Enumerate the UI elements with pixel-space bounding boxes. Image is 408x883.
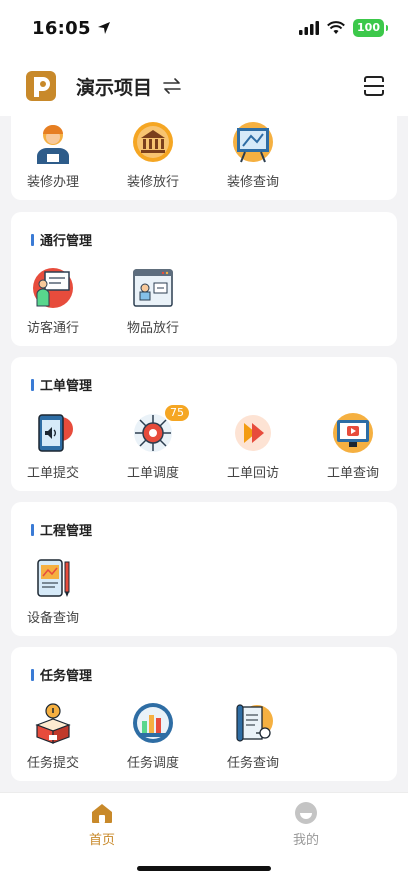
- play-icon: [235, 415, 271, 451]
- menu-item-label: 装修办理: [26, 175, 79, 190]
- tasks-items: 任务提交 任务调度 任务查询: [11, 701, 397, 791]
- dispatch-icon-wrapper: 75: [131, 405, 189, 455]
- tab-label: 我的: [292, 833, 319, 848]
- menu-item-goods-release[interactable]: 物品放行: [113, 266, 193, 336]
- menu-item-workorder-query[interactable]: 工单查询: [313, 411, 393, 481]
- signal-icon: [299, 21, 320, 35]
- scroll-icon: [236, 704, 273, 742]
- clock: 16:05: [32, 17, 91, 39]
- menu-item-workorder-revisit[interactable]: 工单回访: [213, 411, 293, 481]
- tab-label: 首页: [88, 833, 115, 848]
- bar-chart-icon: [133, 703, 173, 743]
- section-accent-bar: [31, 233, 34, 246]
- section-title-text: 工程管理: [40, 524, 93, 539]
- worker-icon: [37, 125, 69, 164]
- menu-item-equipment-query[interactable]: 设备查询: [13, 556, 93, 626]
- menu-item-task-dispatch[interactable]: 任务调度: [113, 701, 193, 771]
- menu-item-label: 任务查询: [226, 756, 279, 771]
- package-window-icon: [133, 269, 173, 307]
- battery-indicator: 100: [353, 19, 388, 37]
- section-accent-bar: [31, 668, 34, 681]
- engineering-card: 工程管理 设备查询: [11, 502, 397, 636]
- menu-item-workorder-dispatch[interactable]: 75 工单调度: [113, 405, 193, 481]
- access-card: 通行管理 访客通行 物品放行: [11, 212, 397, 346]
- home-content[interactable]: 装修办理 装修放行 装修查询 通行管理 访客通行 物品放行 工单管理 工单提交 …: [0, 116, 408, 792]
- menu-item-label: 装修放行: [126, 175, 179, 190]
- app-logo-icon: [26, 71, 56, 101]
- tablet-pen-icon: [37, 559, 70, 597]
- menu-item-label: 工单调度: [126, 466, 179, 481]
- menu-item-label: 物品放行: [126, 321, 179, 336]
- menu-item-decoration-apply[interactable]: 装修办理: [13, 120, 93, 190]
- notification-badge: 75: [165, 405, 189, 421]
- section-accent-bar: [31, 523, 34, 536]
- status-bar: 16:05 100: [0, 0, 408, 56]
- section-title-text: 任务管理: [40, 669, 93, 684]
- scan-icon[interactable]: [362, 74, 386, 98]
- section-title-text: 工单管理: [40, 379, 93, 394]
- home-icon: [92, 804, 112, 823]
- tab-profile[interactable]: 我的: [266, 801, 346, 848]
- menu-item-visitor-access[interactable]: 访客通行: [13, 266, 93, 336]
- section-title: 通行管理: [31, 230, 92, 249]
- menu-item-task-submit[interactable]: 任务提交: [13, 701, 93, 771]
- access-items: 访客通行 物品放行: [11, 266, 397, 356]
- section-title: 任务管理: [31, 665, 92, 684]
- tab-home[interactable]: 首页: [62, 801, 142, 848]
- wifi-icon: [327, 21, 345, 34]
- idea-box-icon: [35, 703, 71, 744]
- section-title: 工单管理: [31, 375, 92, 394]
- home-indicator: [137, 866, 271, 871]
- menu-item-decoration-release[interactable]: 装修放行: [113, 120, 193, 190]
- workorder-card: 工单管理 工单提交 75 工单调度 工单回访 工单查询: [11, 357, 397, 491]
- menu-item-workorder-submit[interactable]: 工单提交: [13, 411, 93, 481]
- section-title-text: 通行管理: [40, 234, 93, 249]
- monitor-icon: [333, 413, 373, 453]
- app-header: 演示项目: [0, 56, 408, 116]
- decoration-items: 装修办理 装修放行 装修查询: [11, 120, 397, 210]
- bank-icon: [133, 122, 173, 162]
- phone-speaker-icon: [38, 414, 73, 452]
- engineering-items: 设备查询: [11, 556, 397, 646]
- section-accent-bar: [31, 378, 34, 391]
- profile-icon: [295, 802, 317, 824]
- menu-item-decoration-query[interactable]: 装修查询: [213, 120, 293, 190]
- blueprint-board-icon: [233, 122, 273, 163]
- menu-item-label: 任务提交: [26, 756, 79, 771]
- menu-item-label: 访客通行: [26, 321, 79, 336]
- visitor-icon: [33, 268, 73, 308]
- switch-project-icon[interactable]: [162, 76, 182, 96]
- menu-item-label: 工单回访: [226, 466, 279, 481]
- decoration-card: 装修办理 装修放行 装修查询: [11, 116, 397, 200]
- section-title: 工程管理: [31, 520, 92, 539]
- menu-item-label: 工单提交: [26, 466, 79, 481]
- menu-item-label: 装修查询: [226, 175, 279, 190]
- menu-item-label: 工单查询: [326, 466, 379, 481]
- project-title[interactable]: 演示项目: [76, 73, 152, 100]
- workorder-items: 工单提交 75 工单调度 工单回访 工单查询: [11, 405, 397, 501]
- menu-item-label: 设备查询: [26, 611, 79, 626]
- menu-item-task-query[interactable]: 任务查询: [213, 701, 293, 771]
- menu-item-label: 任务调度: [126, 756, 179, 771]
- tasks-card: 任务管理 任务提交 任务调度 任务查询: [11, 647, 397, 781]
- location-arrow-icon: [97, 22, 110, 34]
